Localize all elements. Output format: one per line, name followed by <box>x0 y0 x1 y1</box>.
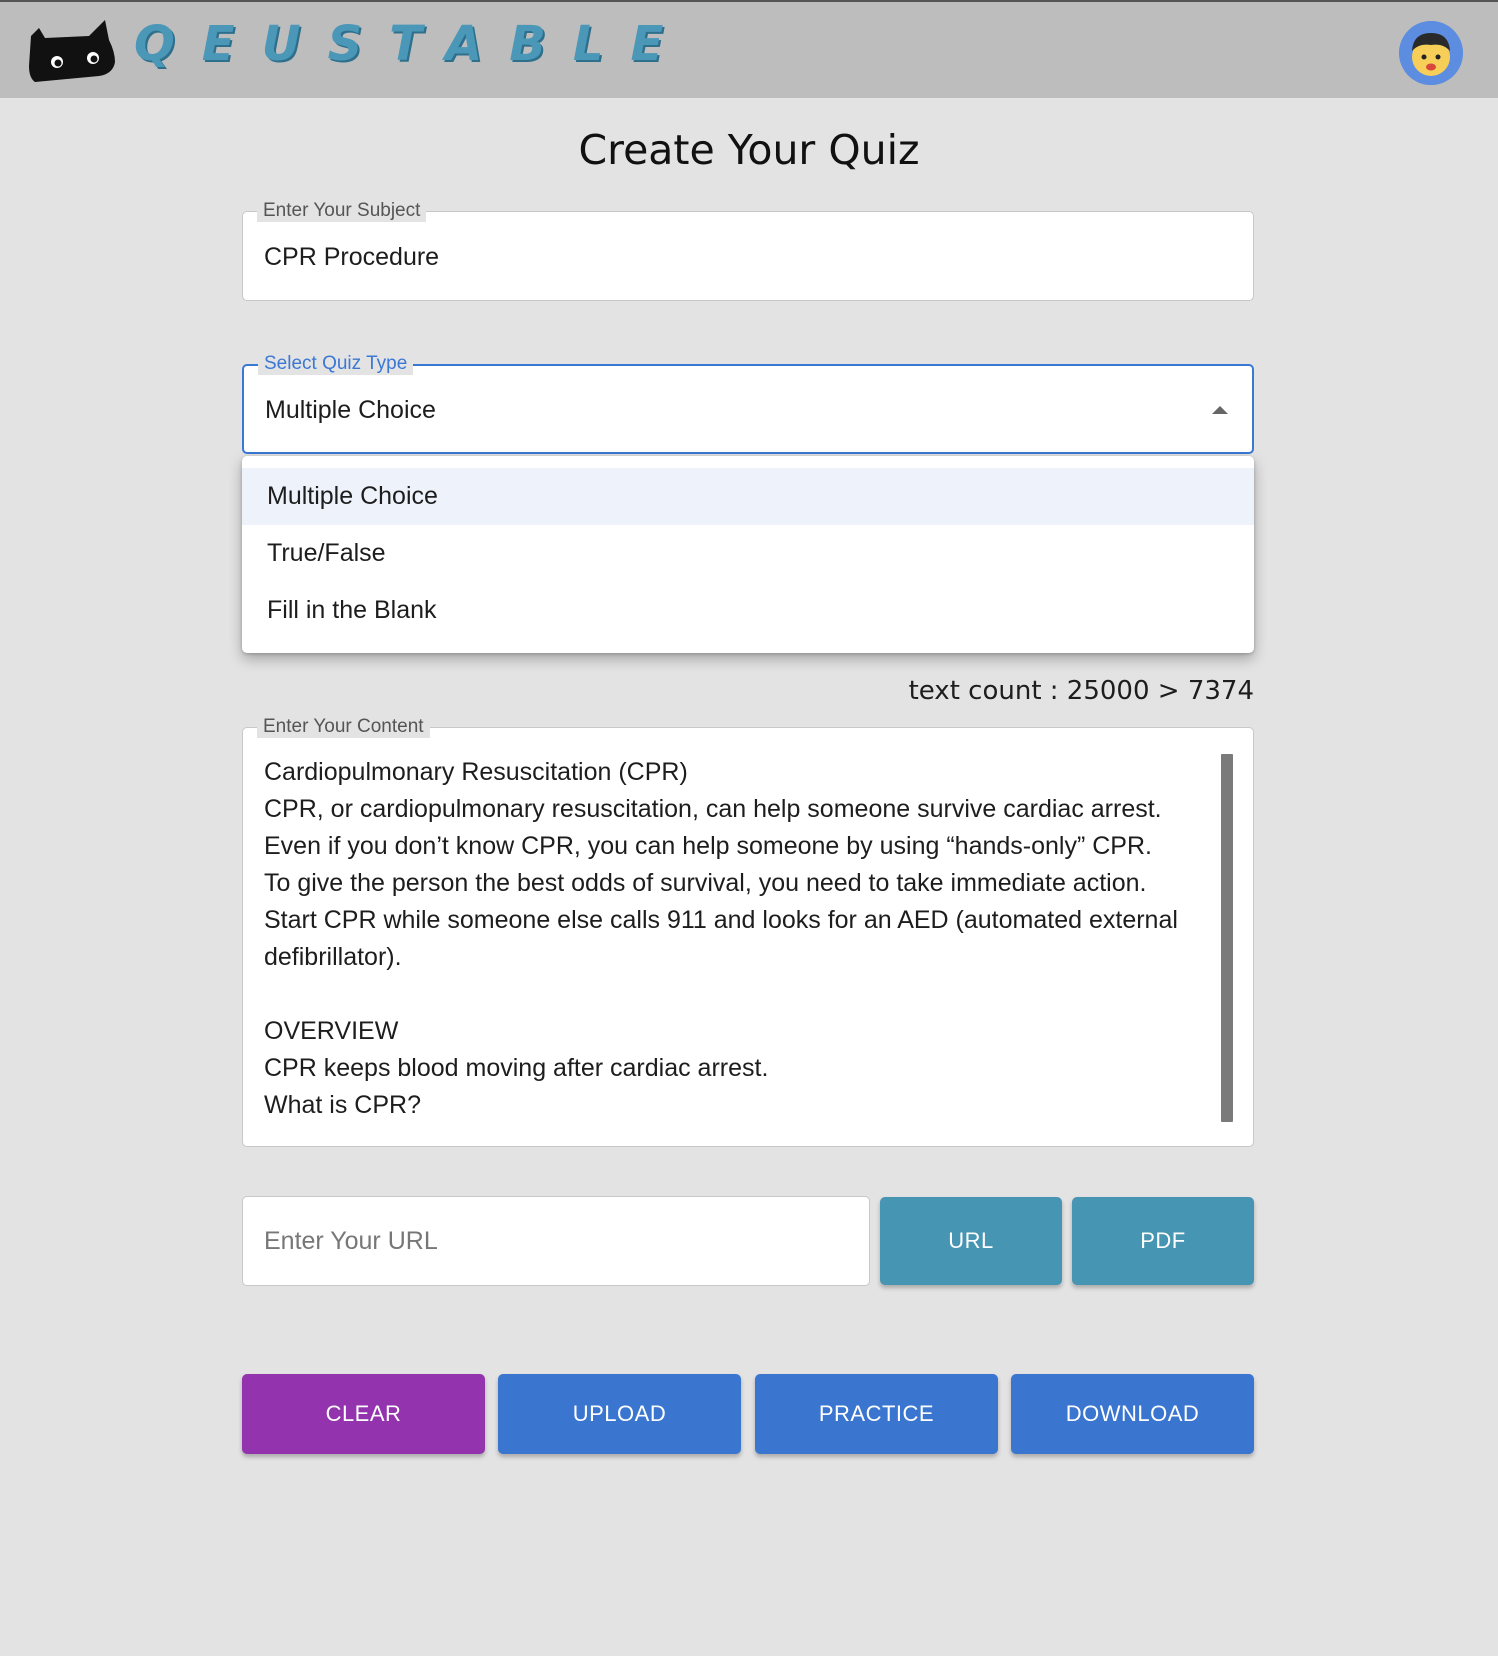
avatar-face-icon <box>1399 21 1463 85</box>
subject-label: Enter Your Subject <box>257 200 427 222</box>
content-textarea[interactable]: Cardiopulmonary Resuscitation (CPR) CPR,… <box>264 754 1224 1124</box>
menu-item-true-false[interactable]: True/False <box>242 525 1254 582</box>
black-cat-logo-icon[interactable] <box>29 18 119 82</box>
clear-button[interactable]: CLEAR <box>242 1374 485 1454</box>
page-title: Create Your Quiz <box>578 126 920 174</box>
user-avatar[interactable] <box>1399 21 1463 85</box>
upload-button[interactable]: UPLOAD <box>498 1374 741 1454</box>
content-scrollbar[interactable] <box>1221 754 1233 1122</box>
top-bar: QEUSTABLE <box>0 0 1498 98</box>
app-logo-text[interactable]: QEUSTABLE <box>134 16 690 72</box>
download-button[interactable]: DOWNLOAD <box>1011 1374 1254 1454</box>
text-count: text count : 25000 > 7374 <box>908 676 1254 706</box>
practice-button[interactable]: PRACTICE <box>755 1374 998 1454</box>
content-label: Enter Your Content <box>257 716 430 738</box>
url-input-placeholder: Enter Your URL <box>264 1227 438 1255</box>
caret-up-icon[interactable] <box>1212 406 1228 414</box>
quiz-type-dropdown-menu: Multiple Choice True/False Fill in the B… <box>242 456 1254 653</box>
menu-item-multiple-choice[interactable]: Multiple Choice <box>242 468 1254 525</box>
url-button[interactable]: URL <box>880 1197 1062 1285</box>
url-input[interactable]: Enter Your URL <box>242 1196 870 1286</box>
subject-field[interactable]: Enter Your Subject CPR Procedure <box>242 200 1254 301</box>
quiz-type-label: Select Quiz Type <box>258 353 414 375</box>
subject-input[interactable]: CPR Procedure <box>264 243 439 272</box>
quiz-type-select[interactable]: Select Quiz Type Multiple Choice <box>242 353 1254 454</box>
quiz-type-selected-value[interactable]: Multiple Choice <box>265 396 436 425</box>
content-field[interactable]: Enter Your Content Cardiopulmonary Resus… <box>242 716 1254 1147</box>
menu-item-fill-in-the-blank[interactable]: Fill in the Blank <box>242 582 1254 639</box>
pdf-button[interactable]: PDF <box>1072 1197 1254 1285</box>
